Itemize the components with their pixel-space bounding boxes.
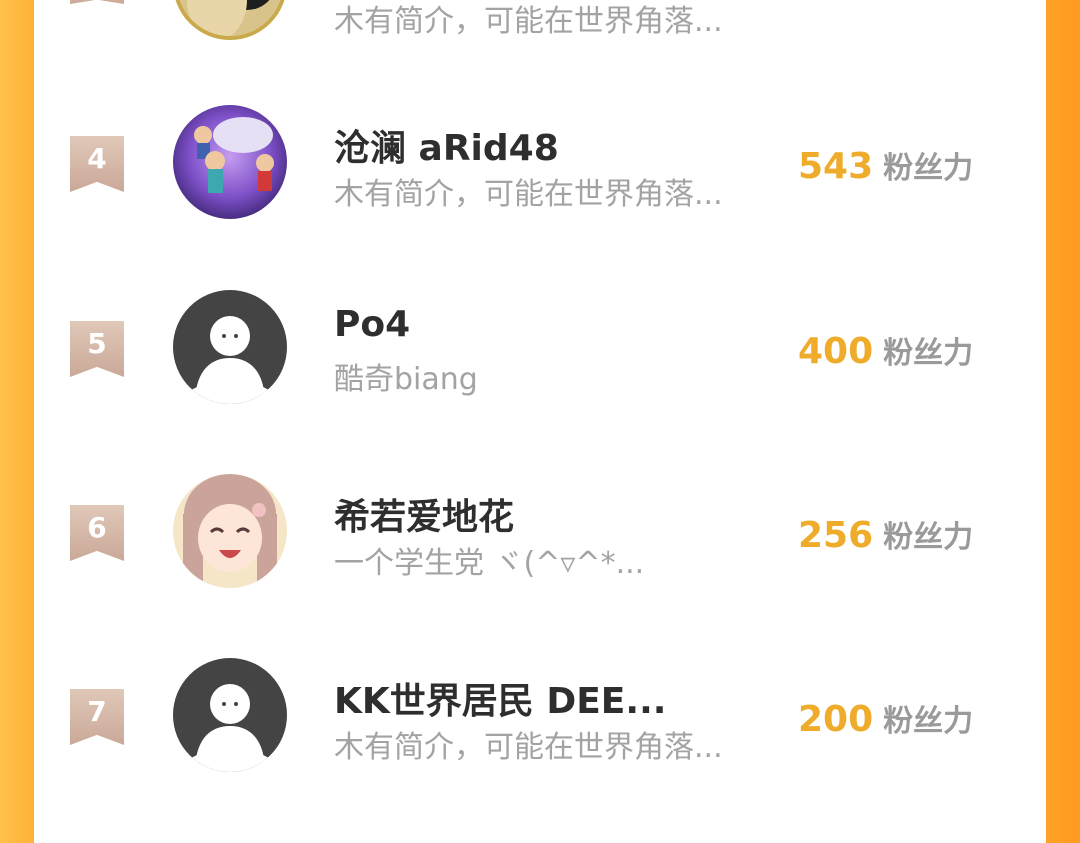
ranking-row-partial[interactable]: 木有简介，可能在世界角落... — [34, 0, 1046, 40]
fan-power: 200 粉丝力 — [798, 696, 973, 740]
anime-avatar-icon — [173, 474, 287, 588]
user-bio: 一个学生党 ヾ(^▿^*... — [334, 546, 645, 581]
fan-power: 543 粉丝力 — [798, 143, 973, 187]
user-bio: 酷奇biang — [334, 362, 478, 397]
rank-badge — [70, 0, 124, 4]
user-avatar[interactable] — [173, 290, 287, 404]
fan-power-value: 400 — [798, 331, 874, 372]
fan-power-label: 粉丝力 — [883, 704, 974, 739]
user-avatar[interactable] — [173, 105, 287, 219]
user-name[interactable]: 沧澜 aRid48 — [334, 119, 559, 171]
fan-power: 400 粉丝力 — [798, 328, 973, 372]
fan-power-value: 543 — [798, 146, 874, 187]
rank-number: 7 — [87, 695, 107, 728]
default-avatar-icon — [173, 658, 287, 772]
default-avatar-icon — [173, 290, 287, 404]
user-avatar[interactable] — [173, 658, 287, 772]
ranking-row[interactable]: 7 KK世界居民 DEE... 木有简介，可能在世界角落... 200 粉丝力 — [34, 626, 1046, 806]
fan-power-value: 200 — [798, 699, 874, 740]
fan-power-label: 粉丝力 — [883, 520, 974, 555]
user-avatar[interactable] — [173, 0, 287, 40]
ranking-row[interactable]: 5 Po4 酷奇biang 400 粉丝力 — [34, 258, 1046, 438]
photo-avatar-icon — [177, 0, 283, 36]
rank-number: 5 — [87, 327, 107, 360]
rank-badge: 5 — [70, 321, 124, 377]
user-bio: 木有简介，可能在世界角落... — [334, 730, 723, 765]
fan-power-label: 粉丝力 — [883, 151, 974, 186]
rank-badge: 7 — [70, 689, 124, 745]
user-avatar[interactable] — [173, 474, 287, 588]
user-bio: 木有简介，可能在世界角落... — [334, 4, 723, 39]
cartoon-avatar-icon — [173, 105, 287, 219]
user-name[interactable]: 希若爱地花 — [334, 488, 514, 540]
rank-number: 4 — [87, 142, 107, 175]
user-name[interactable]: Po4 — [334, 304, 410, 345]
rank-badge: 4 — [70, 136, 124, 192]
user-name[interactable]: KK世界居民 DEE... — [334, 672, 666, 724]
user-bio: 木有简介，可能在世界角落... — [334, 177, 723, 212]
fan-power-value: 256 — [798, 515, 874, 556]
ranking-panel: 木有简介，可能在世界角落... 4 沧澜 aRid48 木有简介，可能在世界角落… — [34, 0, 1046, 843]
rank-number: 6 — [87, 511, 107, 544]
fan-power: 256 粉丝力 — [798, 512, 973, 556]
rank-badge: 6 — [70, 505, 124, 561]
ranking-row[interactable]: 6 希若爱地花 一个学生党 ヾ(^▿^*... 256 粉丝力 — [34, 442, 1046, 622]
fan-power-label: 粉丝力 — [883, 336, 974, 371]
ranking-row[interactable]: 4 沧澜 aRid48 木有简介，可能在世界角落... 543 粉丝力 — [34, 73, 1046, 253]
